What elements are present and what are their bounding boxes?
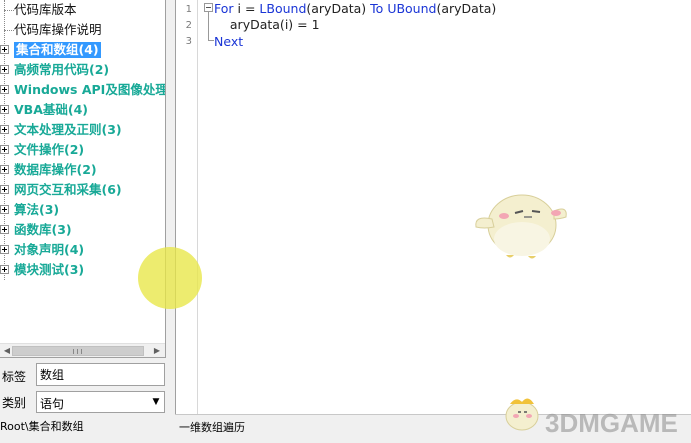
tree-leaf-connector — [4, 30, 14, 31]
tag-label: 标签 — [2, 370, 27, 384]
type-dropdown-value: 语句 — [40, 397, 65, 411]
tree-item-label: Windows API及图像处理( — [14, 82, 166, 97]
tree-item-collections-arrays[interactable]: 集合和数组(4) — [0, 40, 165, 60]
code-editor[interactable]: 1 2 3 For i = LBound(aryData) To UBound(… — [175, 0, 691, 414]
line-number: 2 — [185, 20, 192, 31]
fold-collapse-icon[interactable] — [204, 3, 213, 12]
left-panel: 代码库版本 代码库操作说明 集合和数组(4) 高频常用代码(2) Windows… — [0, 0, 170, 443]
code-library-tree[interactable]: 代码库版本 代码库操作说明 集合和数组(4) 高频常用代码(2) Windows… — [0, 0, 166, 358]
code-line-2[interactable]: aryData(i) = 1 — [214, 17, 320, 33]
tree-item-windows-api[interactable]: Windows API及图像处理( — [0, 80, 166, 100]
dropdown-arrow-icon[interactable]: ▼ — [148, 392, 164, 412]
tree-item-frequent-code[interactable]: 高频常用代码(2) — [0, 60, 165, 80]
expand-plus-icon[interactable] — [0, 205, 9, 214]
line-number: 3 — [185, 36, 192, 47]
expand-plus-icon[interactable] — [0, 145, 9, 154]
keyword: LBound — [259, 1, 307, 16]
expand-plus-icon[interactable] — [0, 165, 9, 174]
tree-item-label: 对象声明(4) — [14, 242, 85, 257]
code-text: (aryData) — [306, 1, 371, 16]
tree-item-function-library[interactable]: 函数库(3) — [0, 220, 165, 240]
mascot-illustration — [475, 194, 567, 259]
expand-plus-icon[interactable] — [0, 125, 9, 134]
expand-plus-icon[interactable] — [0, 225, 9, 234]
expand-plus-icon[interactable] — [0, 245, 9, 254]
snippet-description: 一维数组遍历 — [179, 421, 245, 434]
tree-item-label: 函数库(3) — [14, 222, 72, 237]
keyword: To — [370, 1, 384, 16]
tree-horizontal-scrollbar[interactable]: ◀ ▶ — [0, 343, 165, 357]
scrollbar-thumb[interactable] — [12, 346, 144, 356]
current-path: Root\集合和数组 — [0, 420, 84, 433]
tree-item-version[interactable]: 代码库版本 — [0, 0, 165, 20]
tag-input[interactable] — [36, 363, 165, 386]
scroll-left-arrow-icon[interactable]: ◀ — [2, 345, 12, 357]
tree-item-label: VBA基础(4) — [14, 102, 88, 117]
line-number-gutter: 1 2 3 — [176, 0, 198, 414]
expand-plus-icon[interactable] — [0, 265, 9, 274]
cursor-highlight — [138, 247, 202, 309]
tree-item-text-regex[interactable]: 文本处理及正则(3) — [0, 120, 165, 140]
expand-plus-icon[interactable] — [0, 65, 9, 74]
tree-item-instructions[interactable]: 代码库操作说明 — [0, 20, 165, 40]
tree-leaf-connector — [4, 10, 14, 11]
code-text: i = — [233, 1, 260, 16]
type-label: 类别 — [2, 396, 27, 410]
scroll-right-arrow-icon[interactable]: ▶ — [152, 345, 162, 357]
tree-item-database-ops[interactable]: 数据库操作(2) — [0, 160, 165, 180]
code-line-3[interactable]: Next — [214, 34, 243, 50]
keyword: For — [214, 1, 234, 16]
tree-item-label: 数据库操作(2) — [14, 162, 97, 177]
tree-item-label: 算法(3) — [14, 202, 60, 217]
tree-item-file-ops[interactable]: 文件操作(2) — [0, 140, 165, 160]
expand-plus-icon[interactable] — [0, 185, 9, 194]
type-dropdown[interactable]: 语句 ▼ — [36, 391, 165, 413]
expand-plus-icon[interactable] — [0, 85, 9, 94]
line-number: 1 — [185, 4, 192, 15]
code-line-1[interactable]: For i = LBound(aryData) To UBound(aryDat… — [214, 1, 496, 17]
scrollbar-grip-icon — [73, 349, 82, 354]
tree-item-web-scraping[interactable]: 网页交互和采集(6) — [0, 180, 165, 200]
expand-plus-icon[interactable] — [0, 105, 9, 114]
tree-item-label: 文件操作(2) — [14, 142, 85, 157]
tree-item-label: 高频常用代码(2) — [14, 62, 110, 77]
expand-plus-icon[interactable] — [0, 45, 9, 54]
tree-item-label: 网页交互和采集(6) — [14, 182, 122, 197]
tree-item-object-declarations[interactable]: 对象声明(4) — [0, 240, 165, 260]
tree-item-label: 模块测试(3) — [14, 262, 85, 277]
code-text: (aryData) — [436, 1, 497, 16]
keyword: UBound — [387, 1, 437, 16]
tree-item-label: 代码库操作说明 — [14, 22, 102, 37]
watermark-text: 3DMGAME — [545, 408, 678, 438]
tree-item-algorithms[interactable]: 算法(3) — [0, 200, 165, 220]
tree-item-label: 集合和数组(4) — [14, 42, 101, 58]
tree-item-label: 代码库版本 — [14, 2, 77, 17]
tree-item-vba-basics[interactable]: VBA基础(4) — [0, 100, 165, 120]
tree-item-label: 文本处理及正则(3) — [14, 122, 122, 137]
